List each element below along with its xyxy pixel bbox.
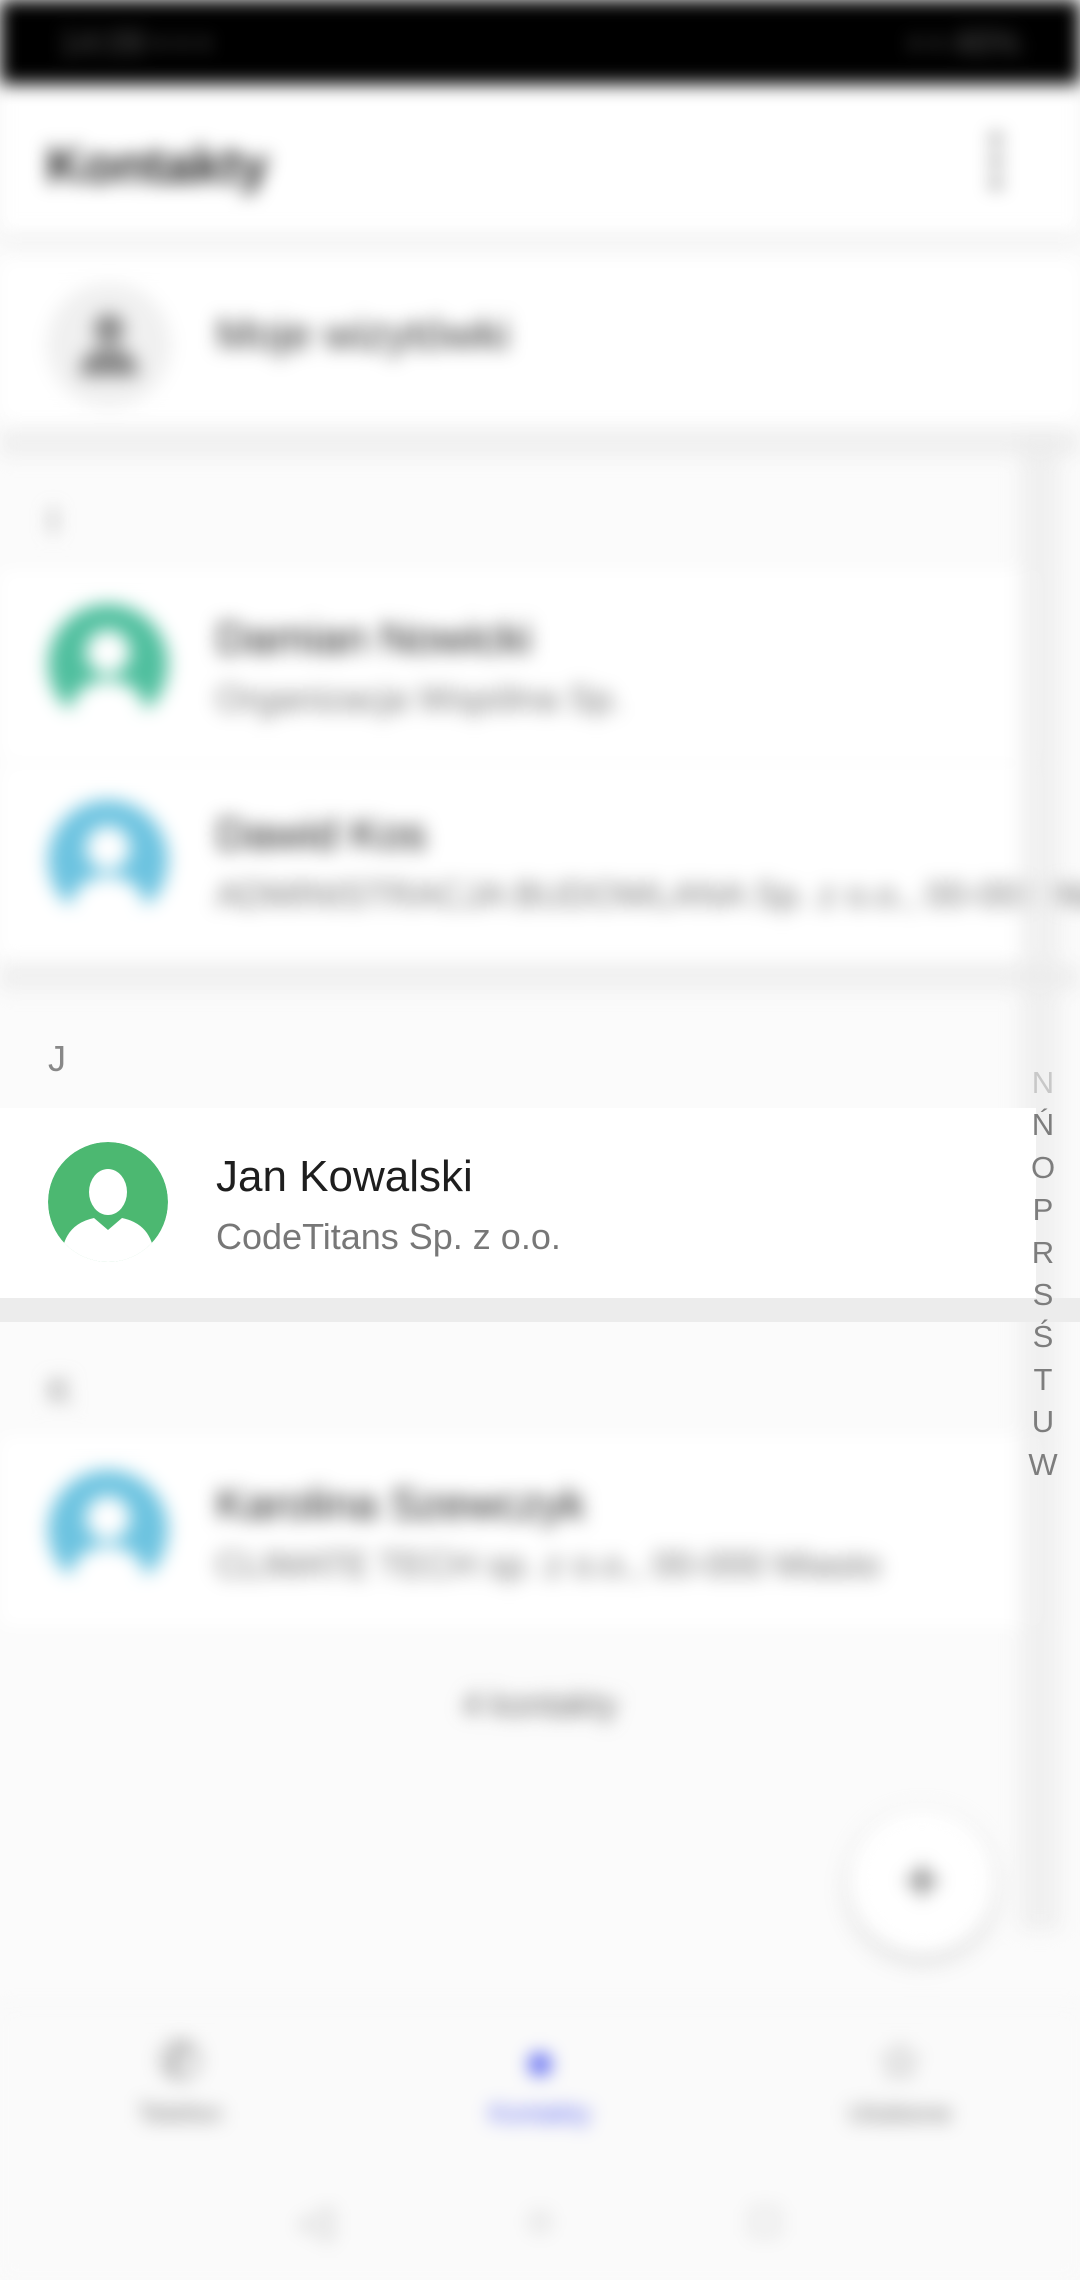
home-icon[interactable]: ○ bbox=[515, 2196, 565, 2246]
nav-label: Kontakty bbox=[489, 2098, 591, 2128]
system-navigation-bar: ◁ ○ □ bbox=[0, 2160, 1080, 2280]
contact-company: CLIMATE TECH sp. z o.o., 00-000 Miasto bbox=[216, 1544, 881, 1585]
screen: 14:09 ▪ ▪ ▪ ▪ ▪ 46% Kontakty Moje wizytó… bbox=[0, 0, 1080, 2280]
index-letter[interactable]: T bbox=[1022, 1359, 1064, 1401]
index-letter[interactable]: R bbox=[1022, 1232, 1064, 1274]
contact-name: Jan Kowalski bbox=[216, 1152, 473, 1201]
back-icon[interactable]: ◁ bbox=[290, 2196, 340, 2246]
contact-company: CodeTitans Sp. z o.o. bbox=[216, 1216, 561, 1257]
group-icon bbox=[48, 284, 170, 406]
contacts-count: 4 kontakty bbox=[462, 1686, 618, 1724]
avatar bbox=[48, 1142, 168, 1262]
contact-name: Karolina Szewczyk bbox=[216, 1480, 586, 1529]
alphabet-index[interactable]: N Ń O P R S Ś T U W bbox=[1022, 1062, 1064, 1486]
nav-item-phone[interactable]: ✆ Telefon bbox=[80, 2032, 280, 2129]
bottom-navigation: ✆ Telefon ● Kontakty ☆ Ulubione bbox=[0, 2010, 1080, 2162]
recents-icon[interactable]: □ bbox=[740, 2196, 790, 2246]
index-letter[interactable]: N bbox=[1022, 1062, 1064, 1104]
page-title: Kontakty bbox=[46, 137, 269, 195]
more-vert-icon[interactable] bbox=[990, 134, 1002, 194]
index-letter[interactable]: Ń bbox=[1022, 1104, 1064, 1146]
person-silhouette-icon bbox=[48, 1142, 168, 1262]
status-right-text: ▪ ▪ 46% bbox=[908, 24, 1020, 62]
index-letter[interactable]: U bbox=[1022, 1401, 1064, 1443]
list-item[interactable]: Dawid Kos ADMINISTRACJA BUDOWLANA Sp. z … bbox=[0, 766, 1080, 956]
nav-label: Telefon bbox=[138, 2098, 222, 2128]
star-icon: ☆ bbox=[876, 2033, 924, 2091]
person-icon: ● bbox=[524, 2033, 556, 2091]
section-divider bbox=[0, 964, 1080, 990]
section-letter-k: K bbox=[48, 1370, 73, 1411]
nav-item-favorites[interactable]: ☆ Ulubione bbox=[800, 2032, 1000, 2129]
list-item[interactable]: Karolina Szewczyk CLIMATE TECH sp. z o.o… bbox=[0, 1436, 1040, 1626]
section-divider bbox=[0, 1298, 1080, 1322]
phone-icon: ✆ bbox=[158, 2033, 202, 2091]
contact-name: Damian Nowicki bbox=[216, 614, 532, 663]
my-business-cards-label: Moje wizytówki bbox=[216, 310, 510, 359]
avatar bbox=[48, 604, 168, 724]
app-header: Kontakty bbox=[0, 84, 1080, 234]
nav-item-contacts[interactable]: ● Kontakty bbox=[440, 2032, 640, 2129]
contact-company: Organizacja Wspólna Sp. bbox=[216, 678, 623, 719]
add-icon: + bbox=[903, 1844, 941, 1916]
add-contact-button[interactable]: + bbox=[850, 1810, 994, 1954]
contact-name: Dawid Kos bbox=[216, 810, 427, 859]
status-left-text: 14:09 ▪ ▪ ▪ bbox=[60, 24, 210, 62]
my-business-cards-row[interactable]: Moje wizytówki bbox=[0, 260, 1080, 420]
index-letter[interactable]: O bbox=[1022, 1147, 1064, 1189]
section-letter-i: I bbox=[48, 500, 59, 541]
index-letter[interactable]: Ś bbox=[1022, 1316, 1064, 1358]
contact-company: ADMINISTRACJA BUDOWLANA Sp. z o.o., 00-0… bbox=[216, 874, 1080, 915]
section-divider bbox=[0, 430, 1080, 456]
status-bar: 14:09 ▪ ▪ ▪ ▪ ▪ 46% bbox=[0, 0, 1080, 84]
section-letter-j: J bbox=[48, 1038, 66, 1079]
list-item[interactable]: Damian Nowicki Organizacja Wspólna Sp. bbox=[0, 570, 1040, 760]
nav-label: Ulubione bbox=[848, 2098, 952, 2128]
index-letter[interactable]: S bbox=[1022, 1274, 1064, 1316]
index-letter[interactable]: W bbox=[1022, 1444, 1064, 1486]
contact-row-jan-kowalski[interactable]: Jan Kowalski CodeTitans Sp. z o.o. bbox=[0, 1108, 1036, 1298]
avatar bbox=[48, 800, 168, 920]
index-letter[interactable]: P bbox=[1022, 1189, 1064, 1231]
avatar bbox=[48, 1470, 168, 1590]
